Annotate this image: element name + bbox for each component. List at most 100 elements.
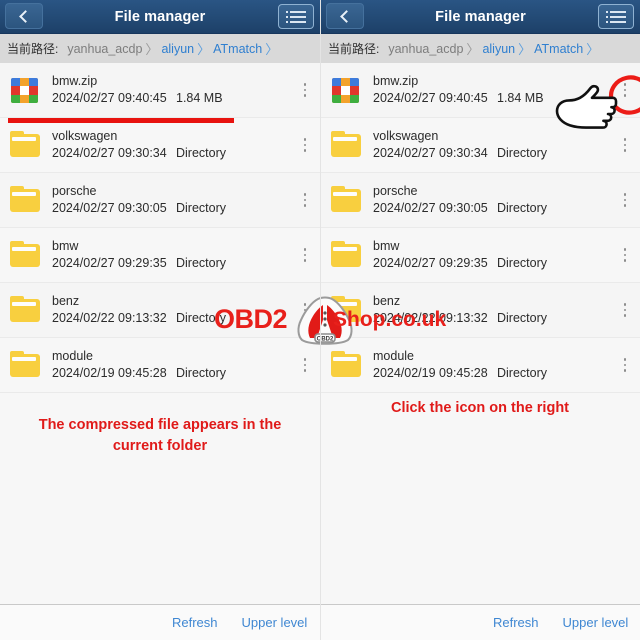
- folder-icon: [331, 130, 361, 160]
- app-header-right: File manager: [321, 0, 640, 33]
- row-overflow-menu-icon[interactable]: [294, 290, 316, 330]
- file-list: bmw.zip 2024/02/27 09:40:45 1.84 MB volk…: [0, 63, 320, 393]
- upper-level-button[interactable]: Upper level: [563, 615, 629, 630]
- file-name: module: [373, 349, 414, 363]
- app-header-left: File manager: [0, 0, 320, 33]
- file-name: benz: [52, 294, 80, 308]
- file-size: Directory: [176, 256, 227, 270]
- row-overflow-menu-icon[interactable]: [294, 180, 316, 220]
- folder-icon: [10, 185, 40, 215]
- row-overflow-menu-icon[interactable]: [294, 70, 316, 110]
- row-overflow-menu-icon[interactable]: [614, 180, 636, 220]
- row-overflow-menu-icon[interactable]: [294, 345, 316, 385]
- page-title: File manager: [435, 8, 526, 25]
- file-row-bmw-zip[interactable]: bmw.zip 2024/02/27 09:40:45 1.84 MB: [321, 63, 640, 118]
- list-menu-button[interactable]: [278, 4, 314, 29]
- file-date: 2024/02/27 09:30:34: [373, 146, 488, 160]
- file-row-benz[interactable]: benz 2024/02/22 09:13:32 Directory: [0, 283, 320, 338]
- breadcrumb-separator: 〉: [518, 42, 532, 57]
- row-overflow-menu-icon[interactable]: [614, 345, 636, 385]
- file-name: benz: [373, 294, 401, 308]
- breadcrumb-item-atmatch[interactable]: ATmatch: [534, 42, 583, 56]
- file-size: 1.84 MB: [497, 91, 544, 105]
- file-size: Directory: [497, 146, 548, 160]
- file-name: volkswagen: [373, 129, 439, 143]
- row-overflow-menu-icon[interactable]: [614, 235, 636, 275]
- list-menu-button[interactable]: [598, 4, 634, 29]
- back-button[interactable]: [326, 3, 364, 29]
- file-date: 2024/02/19 09:45:28: [373, 366, 488, 380]
- breadcrumb-item-root[interactable]: yanhua_acdp: [388, 42, 463, 56]
- file-date: 2024/02/22 09:13:32: [373, 311, 488, 325]
- chevron-left-icon: [340, 9, 353, 23]
- folder-icon: [331, 295, 361, 325]
- file-name: bmw: [52, 239, 79, 253]
- row-overflow-menu-icon[interactable]: [294, 235, 316, 275]
- bottom-toolbar-left: Refresh Upper level: [0, 604, 320, 640]
- file-row-module[interactable]: module 2024/02/19 09:45:28 Directory: [321, 338, 640, 393]
- list-menu-icon: [606, 10, 626, 13]
- folder-icon: [10, 130, 40, 160]
- breadcrumb-separator: 〉: [197, 42, 211, 57]
- refresh-button[interactable]: Refresh: [172, 615, 218, 630]
- file-size: Directory: [497, 201, 548, 215]
- zip-archive-icon: [331, 75, 361, 105]
- file-row-bmw[interactable]: bmw 2024/02/27 09:29:35 Directory: [0, 228, 320, 283]
- breadcrumb-separator: 〉: [265, 42, 279, 57]
- file-date: 2024/02/27 09:30:05: [52, 201, 167, 215]
- file-name: bmw.zip: [52, 74, 98, 88]
- comparison-screenshot: File manager 当前路径: yanhua_acdp 〉 aliyun …: [0, 0, 640, 640]
- breadcrumb-separator: 〉: [466, 42, 480, 57]
- file-row-porsche[interactable]: porsche 2024/02/27 09:30:05 Directory: [321, 173, 640, 228]
- bottom-toolbar-right: Refresh Upper level: [321, 604, 640, 640]
- file-date: 2024/02/27 09:30:34: [52, 146, 167, 160]
- file-name: bmw.zip: [373, 74, 419, 88]
- breadcrumb-item-root[interactable]: yanhua_acdp: [67, 42, 142, 56]
- breadcrumb: 当前路径: yanhua_acdp 〉 aliyun 〉 ATmatch 〉: [0, 33, 320, 63]
- file-date: 2024/02/27 09:29:35: [373, 256, 488, 270]
- folder-icon: [10, 295, 40, 325]
- file-name: porsche: [373, 184, 418, 198]
- folder-icon: [331, 240, 361, 270]
- file-name: module: [52, 349, 93, 363]
- file-row-porsche[interactable]: porsche 2024/02/27 09:30:05 Directory: [0, 173, 320, 228]
- panel-left: File manager 当前路径: yanhua_acdp 〉 aliyun …: [0, 0, 320, 640]
- breadcrumb: 当前路径: yanhua_acdp 〉 aliyun 〉 ATmatch 〉: [321, 33, 640, 63]
- folder-icon: [10, 350, 40, 380]
- file-size: Directory: [176, 311, 227, 325]
- file-row-bmw[interactable]: bmw 2024/02/27 09:29:35 Directory: [321, 228, 640, 283]
- folder-icon: [331, 350, 361, 380]
- breadcrumb-label: 当前路径:: [7, 42, 59, 56]
- file-date: 2024/02/27 09:40:45: [52, 91, 167, 105]
- file-size: Directory: [497, 311, 548, 325]
- file-row-module[interactable]: module 2024/02/19 09:45:28 Directory: [0, 338, 320, 393]
- folder-icon: [331, 185, 361, 215]
- chevron-left-icon: [19, 9, 32, 23]
- upper-level-button[interactable]: Upper level: [242, 615, 308, 630]
- file-size: Directory: [176, 146, 227, 160]
- page-title: File manager: [114, 8, 206, 25]
- row-overflow-menu-icon[interactable]: [614, 125, 636, 165]
- file-row-bmw-zip[interactable]: bmw.zip 2024/02/27 09:40:45 1.84 MB: [0, 63, 320, 118]
- file-row-volkswagen[interactable]: volkswagen 2024/02/27 09:30:34 Directory: [0, 118, 320, 173]
- red-underline: [8, 118, 234, 123]
- row-overflow-menu-icon[interactable]: [614, 70, 636, 110]
- row-overflow-menu-icon[interactable]: [294, 125, 316, 165]
- panel-right: File manager 当前路径: yanhua_acdp 〉 aliyun …: [320, 0, 640, 640]
- file-size: Directory: [176, 201, 227, 215]
- breadcrumb-item-atmatch[interactable]: ATmatch: [213, 42, 262, 56]
- file-row-volkswagen[interactable]: volkswagen 2024/02/27 09:30:34 Directory: [321, 118, 640, 173]
- row-overflow-menu-icon[interactable]: [614, 290, 636, 330]
- refresh-button[interactable]: Refresh: [493, 615, 539, 630]
- panel-divider: [320, 0, 321, 640]
- back-button[interactable]: [5, 3, 43, 29]
- file-date: 2024/02/27 09:30:05: [373, 201, 488, 215]
- breadcrumb-item-aliyun[interactable]: aliyun: [161, 42, 194, 56]
- breadcrumb-item-aliyun[interactable]: aliyun: [482, 42, 515, 56]
- breadcrumb-separator: 〉: [145, 42, 159, 57]
- file-name: bmw: [373, 239, 400, 253]
- file-date: 2024/02/19 09:45:28: [52, 366, 167, 380]
- file-row-benz[interactable]: benz 2024/02/22 09:13:32 Directory: [321, 283, 640, 338]
- file-list: bmw.zip 2024/02/27 09:40:45 1.84 MB volk…: [321, 63, 640, 393]
- file-name: volkswagen: [52, 129, 118, 143]
